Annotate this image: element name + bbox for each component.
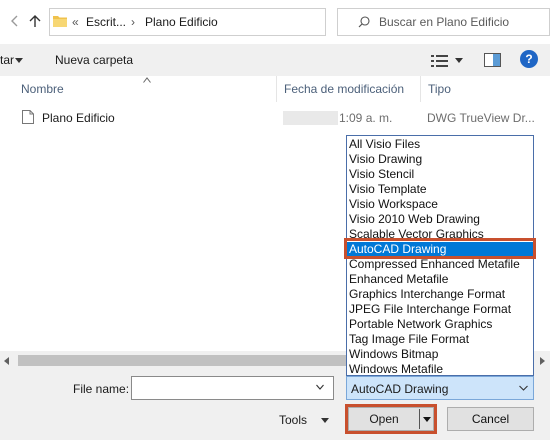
preview-pane-icon[interactable] [484, 53, 501, 67]
file-type-option[interactable]: Tag Image File Format [347, 332, 533, 347]
file-type-select[interactable]: AutoCAD Drawing [346, 376, 534, 400]
search-placeholder: Buscar en Plano Edificio [379, 15, 510, 29]
file-type-option[interactable]: Visio Stencil [347, 167, 533, 182]
file-name-input[interactable] [131, 376, 334, 400]
view-options-caret-icon[interactable] [455, 58, 463, 63]
column-header-name[interactable]: Nombre [21, 76, 275, 102]
file-type-selected-value: AutoCAD Drawing [351, 382, 449, 396]
file-type-option[interactable]: Graphics Interchange Format [347, 287, 533, 302]
file-name: Plano Edificio [42, 111, 115, 125]
file-name-label: File name: [73, 382, 130, 396]
file-type-option[interactable]: Enhanced Metafile [347, 272, 533, 287]
file-type-option[interactable]: AutoCAD Drawing [347, 242, 533, 257]
organize-button[interactable]: tar [0, 53, 14, 67]
breadcrumb-item-escritorio[interactable]: Escrit... [86, 15, 126, 29]
file-type-option[interactable]: Visio 2010 Web Drawing [347, 212, 533, 227]
breadcrumb-overflow[interactable]: « [72, 15, 79, 29]
file-type-option[interactable]: Windows Bitmap [347, 347, 533, 362]
back-icon[interactable] [4, 10, 26, 32]
column-header-date[interactable]: Fecha de modificación [276, 76, 419, 102]
file-type: DWG TrueView Dr... [427, 111, 535, 125]
organize-caret-icon[interactable] [15, 58, 23, 63]
new-folder-button[interactable]: Nueva carpeta [55, 53, 133, 67]
breadcrumb-item-plano-edificio[interactable]: Plano Edificio [145, 15, 218, 29]
scroll-right-icon[interactable] [540, 357, 545, 365]
redacted-date-region [283, 111, 338, 125]
file-type-option[interactable]: Visio Drawing [347, 152, 533, 167]
search-box[interactable]: Buscar en Plano Edificio [337, 8, 550, 36]
open-button-label: Open [369, 412, 399, 426]
tools-button[interactable]: Tools [279, 413, 307, 427]
file-type-option[interactable]: Visio Workspace [347, 197, 533, 212]
scroll-left-icon[interactable] [4, 357, 9, 365]
search-icon [358, 16, 370, 28]
file-type-option[interactable]: JPEG File Interchange Format [347, 302, 533, 317]
cancel-button[interactable]: Cancel [447, 407, 534, 431]
file-type-dropdown-list: All Visio Files Visio Drawing Visio Stenci… [346, 135, 534, 376]
folder-icon [53, 16, 67, 27]
file-type-option[interactable]: Windows Metafile [347, 362, 533, 377]
breadcrumb-separator: › [131, 15, 135, 29]
file-date: 1:09 a. m. [339, 111, 393, 125]
address-box[interactable]: « Escrit... › Plano Edificio [49, 8, 365, 36]
command-bar: tar Nueva carpeta ? [0, 44, 550, 76]
file-type-option[interactable]: All Visio Files [347, 137, 533, 152]
view-options-icon[interactable] [431, 55, 448, 67]
file-type-option[interactable]: Portable Network Graphics [347, 317, 533, 332]
file-type-option[interactable]: Visio Template [347, 182, 533, 197]
file-type-option[interactable]: Scalable Vector Graphics [347, 227, 533, 242]
open-split-dropdown-icon[interactable] [423, 417, 431, 422]
help-icon[interactable]: ? [520, 50, 538, 68]
file-type-option[interactable]: Compressed Enhanced Metafile [347, 257, 533, 272]
open-button-divider [419, 409, 420, 429]
address-bar: « Escrit... › Plano Edificio Buscar en P… [0, 0, 550, 44]
column-header-type[interactable]: Tipo [420, 76, 550, 102]
chevron-down-icon[interactable] [519, 385, 528, 391]
tools-caret-icon[interactable] [321, 418, 329, 423]
open-button[interactable]: Open [348, 407, 434, 431]
file-row[interactable]: Plano Edificio 1:09 a. m. DWG TrueView D… [0, 108, 550, 128]
up-arrow-icon[interactable] [24, 10, 46, 32]
document-icon [22, 110, 34, 124]
